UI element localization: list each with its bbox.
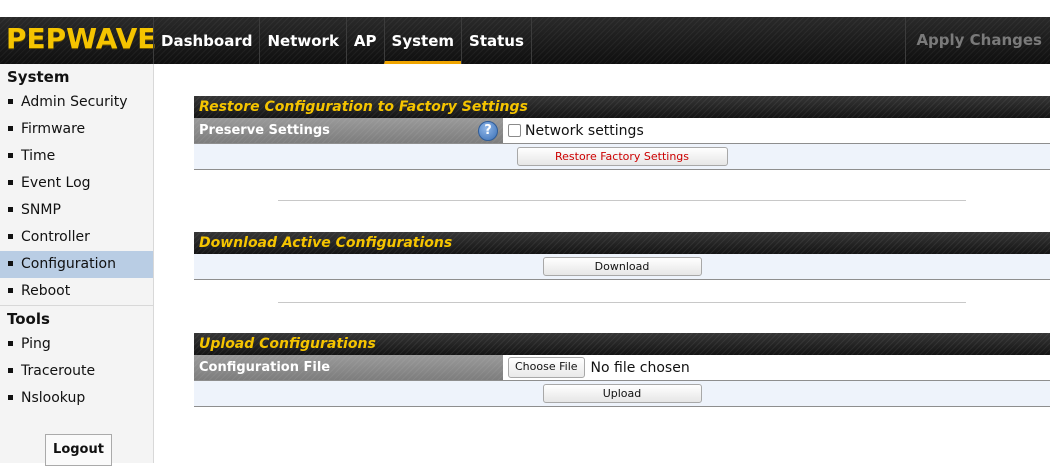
restore-section-title: Restore Configuration to Factory Setting… xyxy=(194,96,1050,118)
preserve-settings-value: Network settings xyxy=(503,118,1050,143)
sidebar-item-reboot[interactable]: Reboot xyxy=(0,278,153,305)
restore-button-row: Restore Factory Settings xyxy=(194,144,1050,170)
sidebar-item-configuration[interactable]: Configuration xyxy=(0,251,153,278)
square-bullet-icon xyxy=(8,179,13,185)
download-section: Download Active Configurations Download xyxy=(194,232,1050,280)
sidebar-heading-tools: Tools xyxy=(0,305,153,331)
sidebar-heading-system: System xyxy=(7,68,70,86)
top-bar: PEPWAVE Dashboard Network AP System Stat… xyxy=(0,0,1050,64)
preserve-settings-row: Preserve Settings ? Network settings xyxy=(194,118,1050,144)
square-bullet-icon xyxy=(8,287,13,293)
square-bullet-icon xyxy=(8,367,13,373)
download-section-title: Download Active Configurations xyxy=(194,232,1050,254)
sidebar-item-label: SNMP xyxy=(21,202,61,218)
file-status-text: No file chosen xyxy=(590,359,690,376)
square-bullet-icon xyxy=(8,206,13,212)
nav-status[interactable]: Status xyxy=(461,17,532,64)
restore-factory-settings-button[interactable]: Restore Factory Settings xyxy=(516,147,728,166)
upload-section: Upload Configurations Configuration File… xyxy=(194,333,1050,407)
sidebar-item-label: Configuration xyxy=(21,256,116,272)
restore-section: Restore Configuration to Factory Setting… xyxy=(194,96,1050,170)
upload-button[interactable]: Upload xyxy=(542,384,702,403)
download-button[interactable]: Download xyxy=(542,257,702,276)
upload-button-row: Upload xyxy=(194,381,1050,407)
network-settings-label: Network settings xyxy=(525,122,644,139)
configuration-file-value: Choose File No file chosen xyxy=(503,355,1050,380)
sidebar-item-nslookup[interactable]: Nslookup xyxy=(0,385,153,412)
nav-network[interactable]: Network xyxy=(259,17,345,64)
sidebar-item-time[interactable]: Time xyxy=(0,143,153,170)
sidebar-item-label: Admin Security xyxy=(21,94,128,110)
upload-section-title: Upload Configurations xyxy=(194,333,1050,355)
nav-ap[interactable]: AP xyxy=(345,17,384,64)
sidebar-item-admin-security[interactable]: Admin Security xyxy=(0,89,153,116)
section-divider xyxy=(278,302,966,303)
preserve-settings-label: Preserve Settings xyxy=(199,123,330,138)
help-question-icon[interactable]: ? xyxy=(478,121,498,141)
apply-changes-button[interactable]: Apply Changes xyxy=(905,17,1042,64)
configuration-file-label: Configuration File xyxy=(199,360,331,375)
sidebar-item-traceroute[interactable]: Traceroute xyxy=(0,358,153,385)
download-button-row: Download xyxy=(194,254,1050,280)
configuration-file-row: Configuration File Choose File No file c… xyxy=(194,355,1050,381)
main-nav: Dashboard Network AP System Status xyxy=(153,17,532,64)
network-settings-checkbox[interactable] xyxy=(508,124,521,137)
preserve-settings-label-cell: Preserve Settings ? xyxy=(194,118,503,143)
sidebar-item-label: Controller xyxy=(21,229,90,245)
square-bullet-icon xyxy=(8,233,13,239)
sidebar-item-ping[interactable]: Ping xyxy=(0,331,153,358)
sidebar-item-label: Time xyxy=(21,148,56,164)
sidebar-item-snmp[interactable]: SNMP xyxy=(0,197,153,224)
sidebar-item-label: Reboot xyxy=(21,283,71,299)
square-bullet-icon xyxy=(8,260,13,266)
square-bullet-icon xyxy=(8,340,13,346)
section-divider xyxy=(278,200,966,201)
logout-wrapper: Logout xyxy=(45,434,112,466)
sidebar-item-label: Ping xyxy=(21,336,51,352)
sidebar: System Admin Security Firmware Time Even… xyxy=(0,64,154,466)
square-bullet-icon xyxy=(8,152,13,158)
sidebar-item-firmware[interactable]: Firmware xyxy=(0,116,153,143)
square-bullet-icon xyxy=(8,98,13,104)
nav-system[interactable]: System xyxy=(383,17,462,64)
square-bullet-icon xyxy=(8,125,13,131)
sidebar-item-label: Traceroute xyxy=(21,363,96,379)
configuration-file-label-cell: Configuration File xyxy=(194,355,503,380)
sidebar-item-label: Event Log xyxy=(21,175,91,191)
pepwave-logo: PEPWAVE xyxy=(6,22,157,55)
square-bullet-icon xyxy=(8,394,13,400)
logout-button[interactable]: Logout xyxy=(45,434,112,466)
sidebar-item-event-log[interactable]: Event Log xyxy=(0,170,153,197)
nav-dashboard[interactable]: Dashboard xyxy=(153,17,259,64)
sidebar-item-label: Nslookup xyxy=(21,390,86,406)
sidebar-item-controller[interactable]: Controller xyxy=(0,224,153,251)
choose-file-button[interactable]: Choose File xyxy=(508,357,585,378)
sidebar-item-label: Firmware xyxy=(21,121,86,137)
